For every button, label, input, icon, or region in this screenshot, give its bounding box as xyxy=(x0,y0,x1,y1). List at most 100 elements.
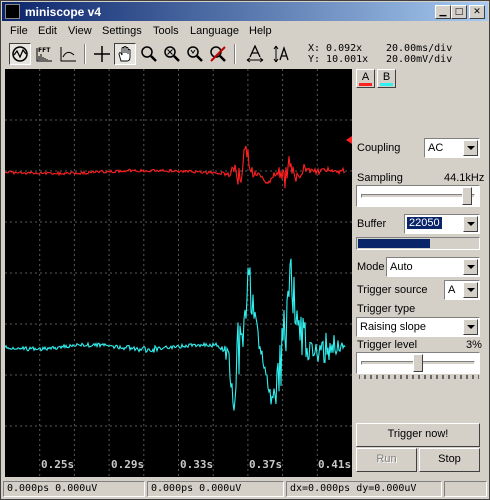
trigger-source-label: Trigger source xyxy=(357,284,428,296)
channel-b-trace xyxy=(5,258,346,411)
time-tick-label: 0.29s xyxy=(111,458,145,471)
cursor-y-readout: Y: 10.001x xyxy=(308,54,369,65)
status-panel-1: 0.000ps 0.000uV xyxy=(3,481,145,497)
menu-tools[interactable]: Tools xyxy=(153,25,179,37)
sampling-value: 44.1kHz xyxy=(444,172,485,184)
chevron-down-icon[interactable] xyxy=(463,216,478,232)
scope-view-button[interactable] xyxy=(9,43,31,65)
zoom-fit-button[interactable] xyxy=(184,43,206,65)
scale-x-button[interactable] xyxy=(244,43,266,65)
toolbar-separator xyxy=(84,44,86,64)
channel-a-button[interactable]: A xyxy=(356,69,375,88)
status-panel-3: dx=0.000ps dy=0.000uV xyxy=(286,481,442,497)
main-window: miniscope v4 ▁ □ ✕ File Edit View Settin… xyxy=(0,0,490,500)
sampling-label: Sampling xyxy=(357,172,403,184)
xy-button[interactable] xyxy=(57,43,79,65)
trigger-level-slider-thumb[interactable] xyxy=(413,354,423,372)
toolbar: FFT X: 0.092x Y: 10.001x 20.00ms/div 20.… xyxy=(2,41,488,69)
scope-grid xyxy=(5,69,352,477)
trigger-source-select[interactable]: A xyxy=(444,280,480,300)
chevron-down-icon[interactable] xyxy=(463,282,478,298)
trigger-type-label: Trigger type xyxy=(357,303,416,315)
mode-value: Auto xyxy=(390,261,413,273)
time-tick-label: 0.41s xyxy=(318,458,352,471)
menu-file[interactable]: File xyxy=(10,25,28,37)
channel-b-label: B xyxy=(382,71,391,83)
trigger-type-value: Raising slope xyxy=(360,321,427,333)
crosshair-button[interactable] xyxy=(91,43,113,65)
sampling-slider[interactable] xyxy=(356,185,480,207)
trigger-now-button[interactable]: Trigger now! xyxy=(356,423,480,447)
menu-edit[interactable]: Edit xyxy=(38,25,57,37)
sampling-slider-track xyxy=(361,194,475,198)
channel-a-trace xyxy=(5,145,346,189)
status-bar: 0.000ps 0.000uV 0.000ps 0.000uV dx=0.000… xyxy=(2,480,488,499)
time-tick-label: 0.37s xyxy=(249,458,283,471)
minimize-button[interactable]: ▁ xyxy=(435,5,451,19)
oscilloscope-display[interactable]: 0.25s 0.29s 0.33s 0.37s 0.41s xyxy=(5,69,352,477)
menu-view[interactable]: View xyxy=(68,25,92,37)
trigger-source-value: A xyxy=(448,284,456,296)
buffer-progress-fill xyxy=(358,239,430,248)
no-zoom-button[interactable] xyxy=(207,43,229,65)
run-button[interactable]: Run xyxy=(356,448,417,472)
trigger-level-ticks xyxy=(359,375,479,379)
channel-a-label: A xyxy=(361,71,370,83)
time-tick-label: 0.25s xyxy=(41,458,75,471)
hand-icon xyxy=(118,46,131,62)
zoom-icon xyxy=(141,46,157,62)
trigger-level-label: Trigger level xyxy=(357,339,418,351)
channel-a-color xyxy=(359,83,372,86)
close-button[interactable]: ✕ xyxy=(469,5,485,19)
mode-select[interactable]: Auto xyxy=(386,257,480,277)
fft-button[interactable]: FFT xyxy=(33,43,55,65)
mode-label: Mode xyxy=(357,261,385,273)
time-tick-label: 0.33s xyxy=(180,458,214,471)
cursor-x-readout: X: 0.092x xyxy=(308,43,363,54)
volt-per-div: 20.00mV/div xyxy=(386,54,453,65)
zoom-button[interactable] xyxy=(138,43,160,65)
xy-icon xyxy=(60,47,76,62)
scale-y-button[interactable] xyxy=(271,43,293,65)
division-readout: 20.00ms/div 20.00mV/div xyxy=(386,43,452,65)
buffer-value: 22050 xyxy=(406,216,443,230)
zoom-out-button[interactable] xyxy=(161,43,183,65)
scope-view-icon xyxy=(12,46,28,62)
trigger-level-value: 3% xyxy=(466,339,482,351)
channel-b-color xyxy=(380,83,393,86)
chevron-down-icon[interactable] xyxy=(463,319,478,335)
channel-b-button[interactable]: B xyxy=(377,69,396,88)
toolbar-separator xyxy=(234,44,236,64)
svg-text:FFT: FFT xyxy=(38,47,51,54)
coupling-value: AC xyxy=(428,142,444,154)
maximize-button[interactable]: □ xyxy=(451,5,467,19)
scale-y-icon xyxy=(273,45,289,63)
scale-x-icon xyxy=(246,45,264,63)
scope-canvas[interactable] xyxy=(5,69,352,477)
title-bar[interactable]: miniscope v4 ▁ □ ✕ xyxy=(2,2,488,21)
sampling-slider-thumb[interactable] xyxy=(461,187,472,205)
stop-button[interactable]: Stop xyxy=(419,448,480,472)
chevron-down-icon[interactable] xyxy=(463,140,478,156)
hand-button[interactable] xyxy=(114,43,136,65)
fft-icon: FFT xyxy=(36,47,52,62)
menu-help[interactable]: Help xyxy=(249,25,272,37)
window-title: miniscope v4 xyxy=(25,5,102,19)
crosshair-icon xyxy=(94,46,110,62)
coupling-label: Coupling xyxy=(357,142,401,154)
menu-settings[interactable]: Settings xyxy=(102,25,142,37)
zoom-out-icon xyxy=(164,46,180,62)
chevron-down-icon[interactable] xyxy=(463,259,478,275)
no-zoom-icon xyxy=(210,46,226,62)
trigger-level-slider[interactable] xyxy=(356,352,480,374)
trigger-type-select[interactable]: Raising slope xyxy=(356,317,480,337)
menu-bar: File Edit View Settings Tools Language H… xyxy=(2,22,488,41)
status-panel-2: 0.000ps 0.000uV xyxy=(147,481,284,497)
menu-language[interactable]: Language xyxy=(190,25,239,37)
buffer-select[interactable]: 22050 xyxy=(404,214,480,234)
app-icon xyxy=(5,4,20,19)
status-panel-4 xyxy=(444,481,487,497)
buffer-progress xyxy=(356,237,480,250)
trigger-marker[interactable] xyxy=(346,136,352,144)
coupling-select[interactable]: AC xyxy=(424,138,480,158)
